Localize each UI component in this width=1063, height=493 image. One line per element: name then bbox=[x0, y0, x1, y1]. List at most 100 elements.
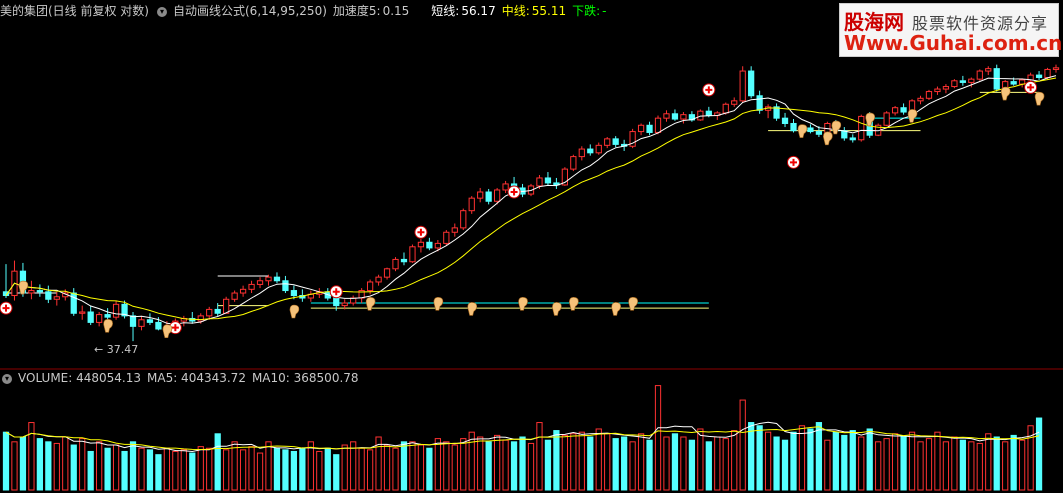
volume-bar bbox=[536, 422, 543, 491]
volume-bar bbox=[951, 436, 958, 491]
volume-bar bbox=[468, 431, 475, 491]
volume-bar bbox=[112, 444, 120, 491]
ma10-label: MA10: 368500.78 bbox=[251, 371, 359, 385]
price-header: 美的集团(日线 前复权 对数) ▾ 自动画线公式(6,14,95,250) 加速度5:… bbox=[0, 2, 613, 20]
hand-pointer-icon bbox=[552, 302, 562, 316]
volume-bar bbox=[290, 450, 298, 491]
logo-url: Www.Guhai.com.cn bbox=[844, 31, 1063, 55]
volume-bar bbox=[138, 447, 145, 491]
candle-body bbox=[485, 191, 492, 202]
volume-bar bbox=[561, 434, 568, 491]
candle-body bbox=[663, 113, 670, 119]
volume-bar bbox=[265, 441, 272, 491]
volume-bar bbox=[824, 439, 831, 491]
candle-body bbox=[214, 308, 221, 314]
hand-pointer-icon bbox=[1000, 86, 1011, 101]
volume-bar bbox=[756, 425, 763, 491]
volume-bar bbox=[748, 422, 755, 491]
volume-bar bbox=[96, 441, 103, 491]
candle-body bbox=[197, 315, 204, 322]
candle-body bbox=[942, 86, 950, 90]
trend-label: 下跌: bbox=[572, 4, 601, 18]
volume-bar bbox=[129, 441, 137, 491]
candle-body bbox=[375, 276, 382, 283]
volume-bar bbox=[790, 431, 797, 491]
hand-pointer-icon bbox=[865, 112, 876, 127]
volume-bar bbox=[968, 441, 975, 491]
candle-body bbox=[477, 191, 484, 199]
dropdown-icon[interactable]: ▾ bbox=[157, 6, 167, 17]
volume-bar bbox=[333, 454, 340, 491]
candle-body bbox=[985, 68, 992, 72]
volume-bar bbox=[663, 436, 670, 491]
volume-bar bbox=[527, 442, 535, 491]
candle-body bbox=[604, 138, 611, 146]
hand-pointer-icon bbox=[103, 319, 113, 333]
volume-bars bbox=[2, 385, 1043, 491]
candle-body bbox=[494, 189, 501, 202]
volume-bar bbox=[163, 447, 171, 491]
volume-bar bbox=[917, 441, 924, 491]
volume-bar bbox=[891, 433, 899, 491]
volume-bar bbox=[714, 436, 721, 491]
candle-body bbox=[282, 280, 289, 292]
candle-body bbox=[383, 268, 391, 278]
volume-bar bbox=[409, 441, 416, 491]
candle-body bbox=[968, 78, 975, 83]
mid-value: 55.11 bbox=[531, 4, 567, 18]
volume-bar bbox=[764, 431, 772, 491]
volume-bar bbox=[993, 436, 1000, 491]
candle-body bbox=[400, 258, 408, 263]
candle-body bbox=[544, 177, 552, 184]
candle-body bbox=[1035, 74, 1043, 79]
candle-body bbox=[891, 107, 899, 114]
volume-bar bbox=[883, 438, 890, 491]
volume-bar bbox=[781, 439, 789, 491]
volume-bar bbox=[578, 431, 585, 491]
volume-bar bbox=[502, 439, 509, 491]
candle-body bbox=[333, 297, 340, 307]
candle-body bbox=[570, 156, 577, 170]
candle-body bbox=[366, 281, 374, 292]
volume-bar bbox=[223, 449, 230, 491]
candle-body bbox=[900, 107, 907, 113]
volume-bar bbox=[11, 441, 18, 491]
hand-pointer-icon bbox=[467, 302, 478, 316]
volume-bar bbox=[908, 431, 916, 491]
volume-bar bbox=[189, 452, 196, 491]
trend-value: - bbox=[602, 4, 607, 18]
candle-body bbox=[87, 311, 94, 323]
candle-body bbox=[223, 298, 230, 314]
volume-bar bbox=[934, 431, 941, 491]
volume-bar bbox=[925, 438, 933, 491]
volume-bar bbox=[70, 444, 77, 491]
volume-bar bbox=[510, 441, 518, 491]
volume-bar bbox=[239, 449, 247, 491]
volume-bar bbox=[307, 441, 314, 491]
volume-bar bbox=[1019, 439, 1026, 491]
volume-bar bbox=[722, 438, 729, 491]
volume-bar bbox=[434, 438, 441, 491]
volume-bar bbox=[654, 385, 662, 491]
candle-body bbox=[731, 100, 738, 105]
candlesticks bbox=[2, 64, 1060, 342]
volume-bar bbox=[443, 441, 450, 491]
candle-body bbox=[146, 319, 154, 323]
candle-body bbox=[129, 315, 137, 327]
dropdown-icon[interactable]: ▾ bbox=[2, 373, 12, 384]
candle-body bbox=[849, 137, 856, 141]
candle-body bbox=[392, 258, 399, 270]
chart-title: 美的集团(日线 前复权 对数) bbox=[0, 4, 149, 18]
volume-bar bbox=[1010, 434, 1017, 491]
volume-bar bbox=[460, 438, 467, 491]
candle-body bbox=[451, 227, 458, 233]
short-value: 56.17 bbox=[461, 4, 496, 18]
volume-bar bbox=[570, 433, 577, 491]
volume-bar bbox=[985, 433, 992, 491]
candle-body bbox=[460, 210, 467, 229]
volume-bar bbox=[494, 434, 501, 491]
candle-body bbox=[273, 276, 281, 282]
short-label: 短线: bbox=[431, 4, 460, 18]
candle-body bbox=[36, 290, 43, 293]
candle-body bbox=[1010, 81, 1017, 85]
